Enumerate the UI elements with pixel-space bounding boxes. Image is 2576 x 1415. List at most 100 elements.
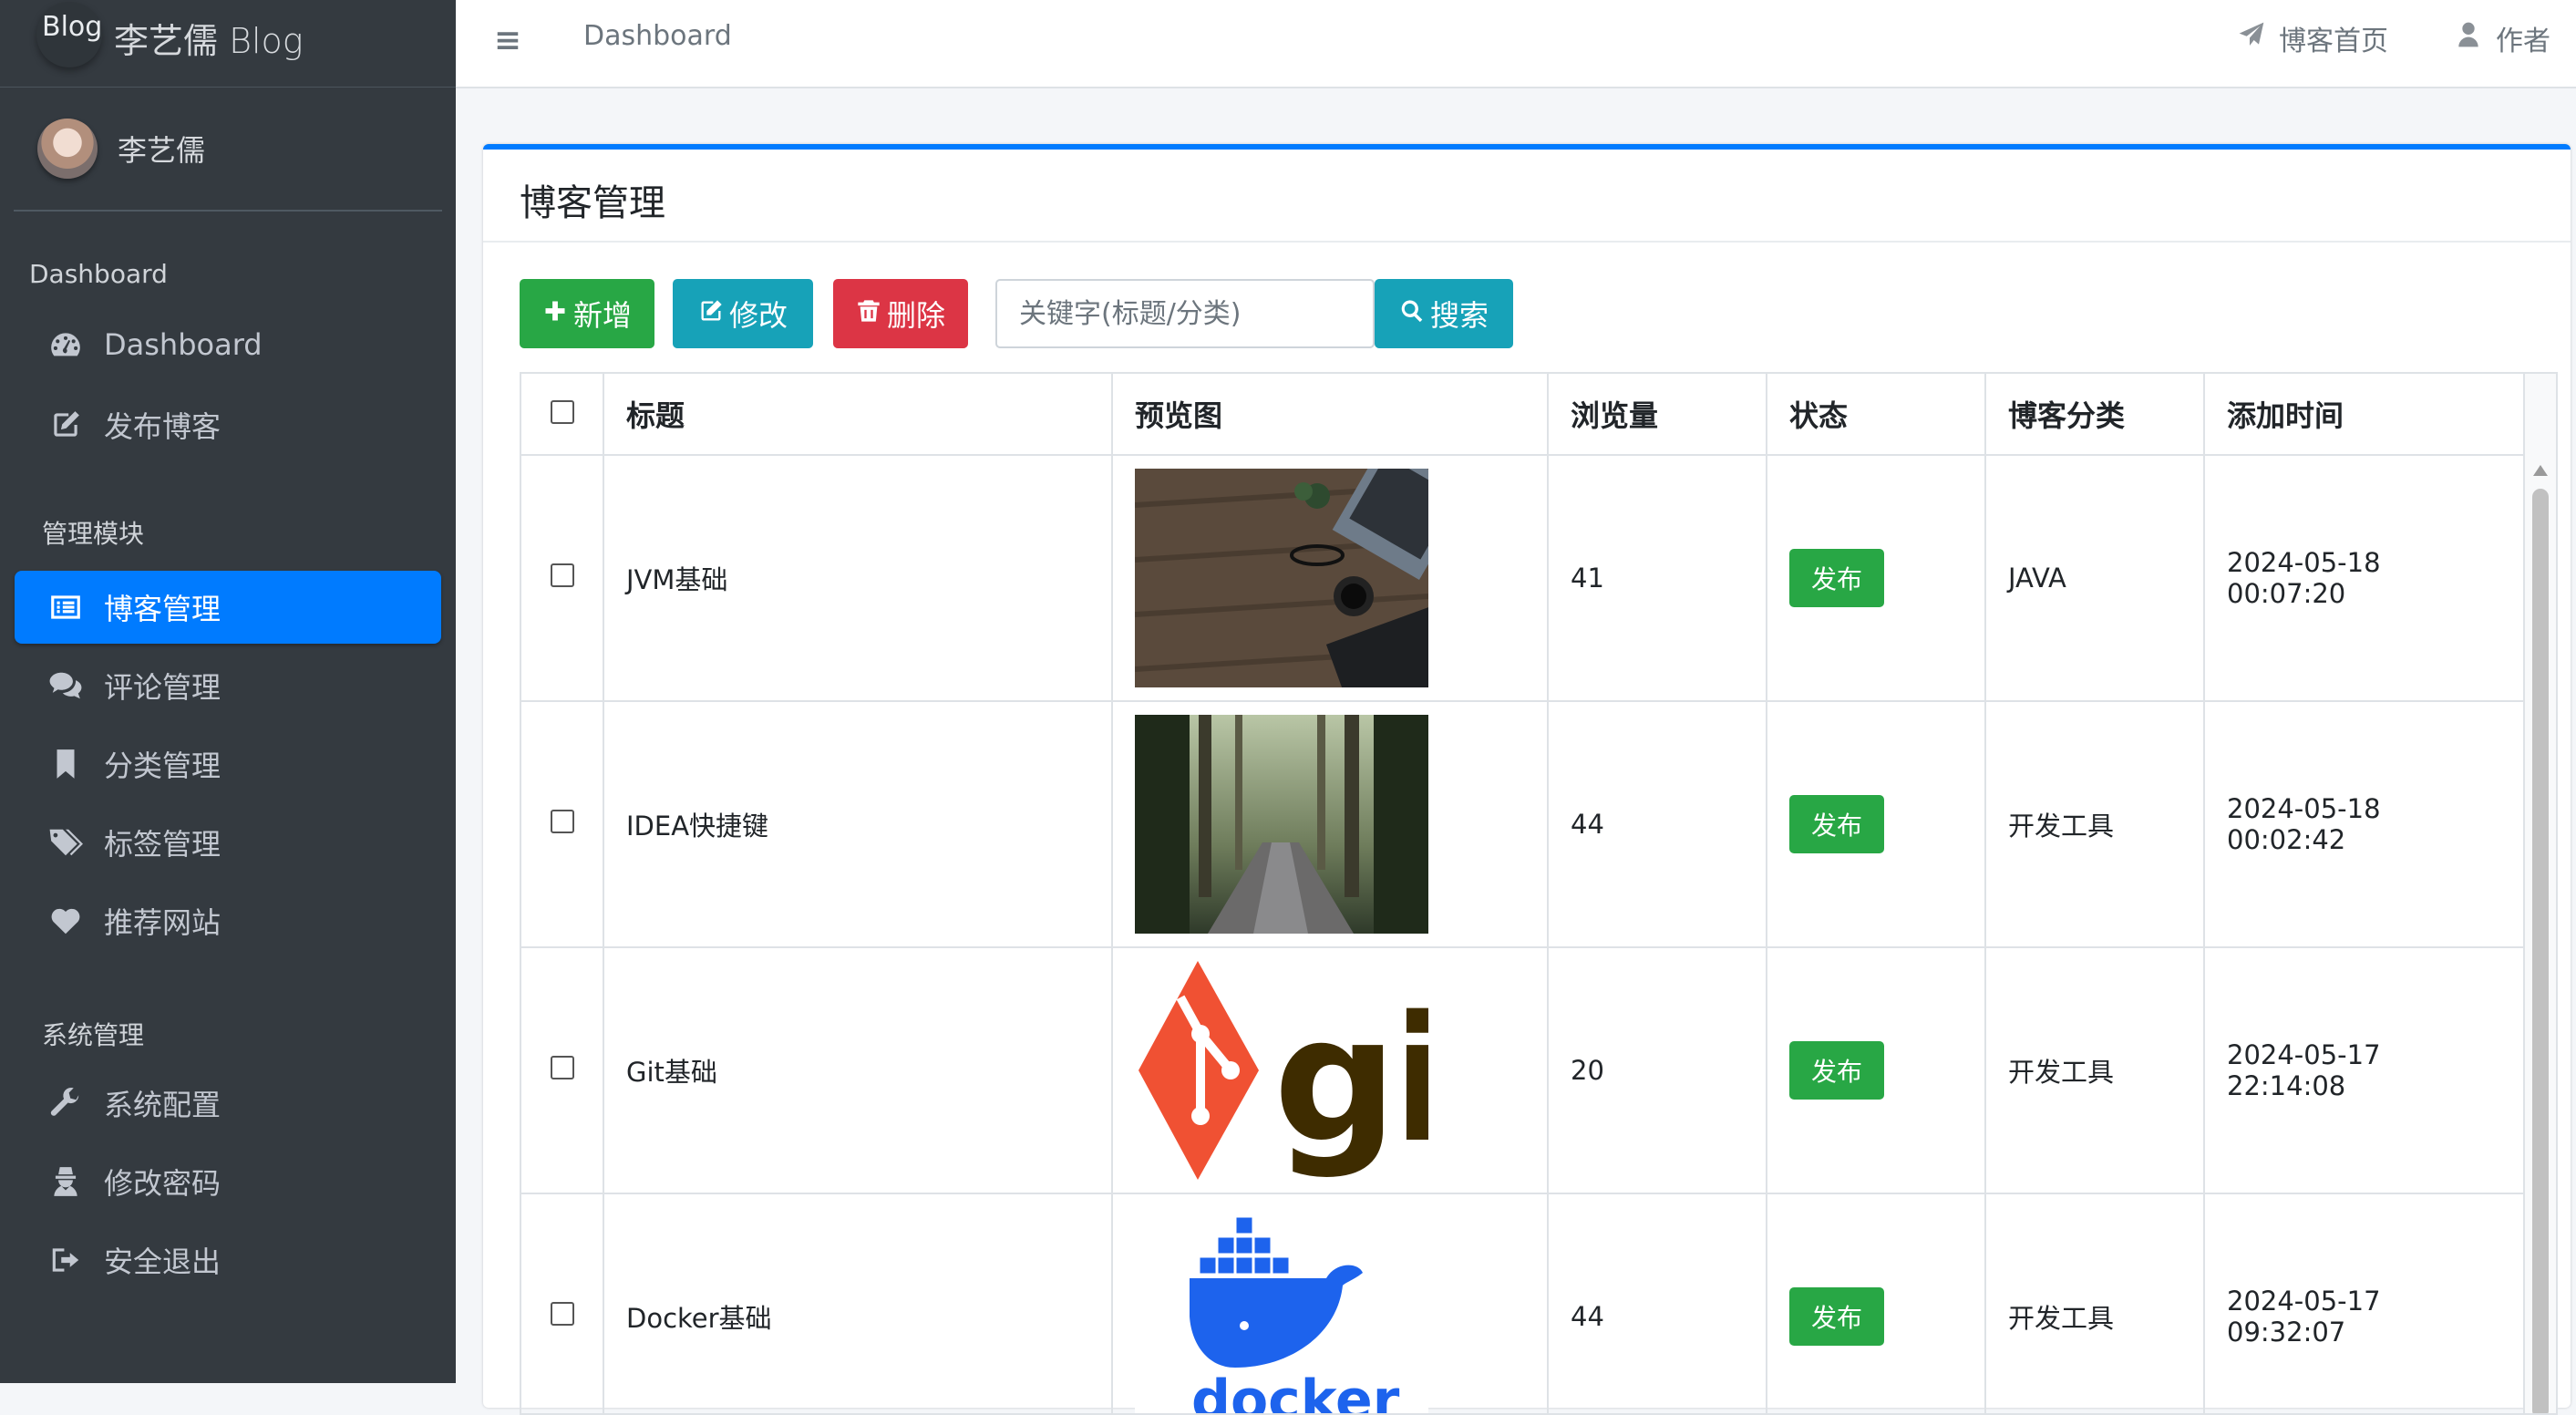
table-header-row: 标题 预览图 浏览量 状态 博客分类 添加时间 — [521, 374, 2526, 456]
row-checkbox[interactable] — [550, 810, 574, 833]
plus-icon — [542, 296, 573, 331]
sidebar-item-label: Dashboard — [104, 327, 263, 362]
table-row[interactable]: Docker基础 docker 44 发布 开发工具 2024-05-17 09… — [521, 1193, 2526, 1415]
brand-title[interactable]: 李艺儒 Blog — [114, 13, 304, 63]
cell-time: 2024-05-18 00:07:20 — [2204, 455, 2526, 702]
status-badge: 发布 — [1789, 1287, 1885, 1346]
table-row[interactable]: IDEA快捷键 44 发布 开发工具 2024-05-18 00:02:42 — [521, 701, 2526, 948]
search-button[interactable]: 搜索 — [1375, 279, 1513, 348]
column-header-preview[interactable]: 预览图 — [1112, 374, 1549, 456]
blog-home-label: 博客首页 — [2279, 26, 2388, 57]
blog-table-container: 标题 预览图 浏览量 状态 博客分类 添加时间 JVM基础 41 发布 JAVA… — [520, 372, 2558, 1415]
menu-toggle-button[interactable] — [494, 22, 532, 60]
preview-image-git-logo[interactable]: git — [1135, 961, 1428, 1180]
add-button[interactable]: 新增 — [520, 279, 654, 348]
status-badge: 发布 — [1789, 795, 1885, 853]
cell-category: JAVA — [1985, 455, 2205, 702]
sidebar-item-change-password[interactable]: 修改密码 — [15, 1145, 441, 1218]
sidebar-item-system-config[interactable]: 系统配置 — [15, 1067, 441, 1140]
select-all-cell — [521, 374, 604, 456]
svg-text:git: git — [1273, 979, 1428, 1180]
brand-logo: Blog — [36, 2, 102, 67]
cell-status: 发布 — [1767, 1193, 1986, 1413]
preview-image-desk[interactable] — [1135, 469, 1428, 687]
column-header-views[interactable]: 浏览量 — [1548, 374, 1767, 456]
sidebar-item-blog-management[interactable]: 博客管理 — [15, 571, 441, 644]
svg-text:docker: docker — [1191, 1369, 1400, 1415]
preview-image-docker-logo[interactable]: docker — [1135, 1207, 1428, 1415]
sidebar-item-category-management[interactable]: 分类管理 — [15, 728, 441, 800]
sidebar-item-label: 分类管理 — [104, 749, 222, 783]
cell-title: Docker基础 — [603, 1193, 1113, 1413]
edit-icon — [47, 407, 84, 443]
brand[interactable]: Blog 李艺儒 Blog — [0, 0, 456, 88]
column-header-title[interactable]: 标题 — [603, 374, 1113, 456]
card-header: 博客管理 — [483, 150, 2571, 243]
status-badge: 发布 — [1789, 549, 1885, 607]
row-checkbox[interactable] — [550, 1056, 574, 1079]
author-link[interactable]: 作者 — [2454, 18, 2550, 58]
cell-preview — [1112, 455, 1549, 702]
blog-home-link[interactable]: 博客首页 — [2237, 18, 2388, 58]
cell-status: 发布 — [1767, 455, 1986, 702]
blog-management-card: 博客管理 新增 修改 删除 搜索 — [483, 144, 2571, 1415]
user-secret-icon — [47, 1163, 84, 1200]
cell-title: Git基础 — [603, 947, 1113, 1194]
column-header-category[interactable]: 博客分类 — [1985, 374, 2205, 456]
cell-views: 41 — [1548, 455, 1767, 702]
brand-logo-text: Blog — [42, 11, 103, 43]
author-label: 作者 — [2496, 26, 2550, 57]
delete-button[interactable]: 删除 — [833, 279, 968, 348]
sidebar-item-logout[interactable]: 安全退出 — [15, 1224, 441, 1296]
sidebar-item-label: 安全退出 — [104, 1245, 222, 1279]
page-title: 博客管理 — [520, 182, 665, 224]
sidebar-item-comment-management[interactable]: 评论管理 — [15, 649, 441, 722]
sidebar-item-label: 推荐网站 — [104, 905, 222, 940]
cell-views: 44 — [1548, 1193, 1767, 1413]
cell-status: 发布 — [1767, 947, 1986, 1194]
sign-out-icon — [47, 1242, 84, 1278]
search-input[interactable] — [995, 279, 1375, 348]
preview-image-forest[interactable] — [1135, 715, 1428, 934]
table-row[interactable]: JVM基础 41 发布 JAVA 2024-05-18 00:07:20 — [521, 455, 2526, 702]
row-select-cell — [521, 455, 604, 702]
search-icon — [1399, 296, 1430, 331]
scroll-up-arrow-icon[interactable] — [2533, 465, 2548, 476]
delete-button-label: 删除 — [886, 298, 945, 333]
table-row[interactable]: Git基础 git 20 发布 开发工具 2024-05-17 22:14: — [521, 947, 2526, 1194]
paper-plane-icon — [2237, 20, 2279, 57]
search-button-label: 搜索 — [1429, 298, 1489, 333]
sidebar-item-dashboard[interactable]: Dashboard — [15, 308, 441, 381]
sidebar-item-recommended-sites[interactable]: 推荐网站 — [15, 884, 441, 957]
tags-icon — [47, 824, 84, 861]
scrollbar-thumb[interactable] — [2532, 489, 2549, 1413]
user-panel: 李艺儒 — [14, 88, 442, 212]
cell-time: 2024-05-17 22:14:08 — [2204, 947, 2526, 1194]
column-header-time[interactable]: 添加时间 — [2204, 374, 2526, 456]
row-checkbox[interactable] — [550, 1302, 574, 1326]
sidebar-item-publish[interactable]: 发布博客 — [15, 388, 441, 461]
cell-views: 44 — [1548, 701, 1767, 948]
status-badge: 发布 — [1789, 1041, 1885, 1100]
edit-icon — [698, 296, 729, 331]
row-select-cell — [521, 701, 604, 948]
cell-category: 开发工具 — [1985, 1193, 2205, 1413]
row-checkbox[interactable] — [550, 563, 574, 587]
comments-icon — [47, 667, 84, 704]
cell-preview: docker — [1112, 1193, 1549, 1415]
edit-button-label: 修改 — [728, 298, 788, 333]
sidebar-item-label: 修改密码 — [104, 1166, 222, 1201]
table-scrollbar[interactable] — [2523, 374, 2556, 1413]
sidebar-item-tag-management[interactable]: 标签管理 — [15, 806, 441, 879]
user-name[interactable]: 李艺儒 — [118, 128, 205, 170]
cell-category: 开发工具 — [1985, 701, 2205, 948]
sidebar-item-label: 发布博客 — [104, 409, 222, 444]
cell-preview: git — [1112, 947, 1549, 1194]
edit-button[interactable]: 修改 — [673, 279, 813, 348]
cell-views: 20 — [1548, 947, 1767, 1194]
avatar[interactable] — [37, 119, 98, 179]
breadcrumb-dashboard[interactable]: Dashboard — [583, 20, 732, 52]
row-select-cell — [521, 1193, 604, 1413]
column-header-status[interactable]: 状态 — [1767, 374, 1986, 456]
select-all-checkbox[interactable] — [550, 400, 574, 424]
